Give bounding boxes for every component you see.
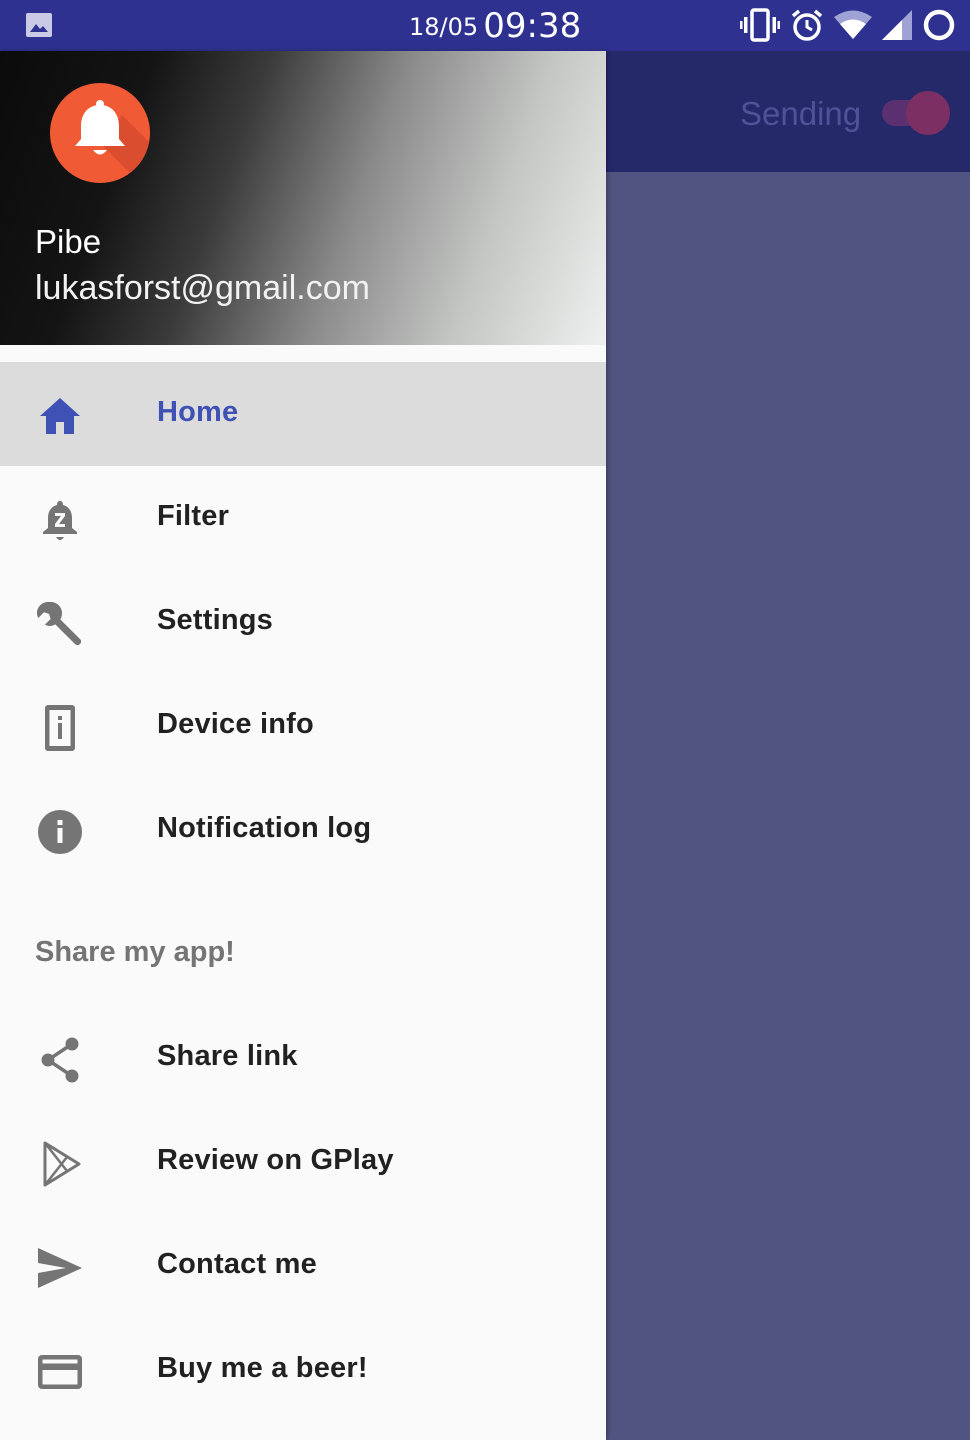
menu-item-home[interactable]: Home xyxy=(0,362,606,466)
vibrate-icon xyxy=(740,8,780,42)
menu-item-label: Buy me a beer! xyxy=(157,1352,368,1384)
sending-toggle[interactable] xyxy=(882,91,950,135)
menu-item-settings[interactable]: Settings xyxy=(0,570,606,674)
send-icon xyxy=(38,1248,82,1288)
menu-item-notification-log[interactable]: Notification log xyxy=(0,778,606,882)
sending-toggle-label: Sending xyxy=(740,95,862,132)
wifi-icon xyxy=(834,10,872,39)
wrench-icon xyxy=(37,602,82,646)
user-email: lukasforst@gmail.com xyxy=(35,269,370,307)
device-info-icon xyxy=(45,705,75,751)
bell-icon[interactable] xyxy=(50,83,150,183)
signal-icon xyxy=(882,10,912,40)
menu-item-filter[interactable]: Filter xyxy=(0,466,606,570)
status-time: 09:38 xyxy=(483,6,582,46)
app-bar: Sending xyxy=(606,51,970,172)
drawer-menu: Home Filter Settings Device info Notific… xyxy=(0,362,606,1422)
drawer-header: Pibe lukasforst@gmail.com xyxy=(0,51,606,345)
play-store-icon xyxy=(43,1141,81,1187)
navigation-drawer: Pibe lukasforst@gmail.com Home Filter Se… xyxy=(0,51,606,1440)
menu-item-label: Contact me xyxy=(157,1248,317,1280)
section-title: Share my app! xyxy=(35,936,235,968)
menu-item-label: Review on GPlay xyxy=(157,1144,394,1176)
snooze-bell-icon xyxy=(43,501,77,540)
sync-circle-icon xyxy=(923,9,955,41)
status-bar: 18/05 09:38 xyxy=(0,0,970,51)
menu-item-label: Settings xyxy=(157,604,273,636)
menu-item-device-info[interactable]: Device info xyxy=(0,674,606,778)
home-icon xyxy=(40,398,80,434)
toggle-thumb xyxy=(906,91,950,135)
alarm-icon xyxy=(791,9,823,41)
menu-item-label: Home xyxy=(157,396,239,428)
menu-item-review-gplay[interactable]: Review on GPlay xyxy=(0,1110,606,1214)
menu-item-label: Device info xyxy=(157,708,314,740)
status-clock: 18/05 09:38 xyxy=(409,6,581,46)
menu-item-label: Share link xyxy=(157,1040,298,1072)
status-icons xyxy=(740,8,956,42)
gallery-icon xyxy=(26,13,52,37)
user-name: Pibe xyxy=(35,223,102,260)
info-icon xyxy=(38,810,82,854)
share-icon xyxy=(41,1037,79,1083)
menu-item-contact-me[interactable]: Contact me xyxy=(0,1214,606,1318)
credit-card-icon xyxy=(38,1355,82,1389)
share-section-header: Share my app! xyxy=(0,882,606,1006)
menu-item-label: Filter xyxy=(157,500,230,532)
menu-item-share-link[interactable]: Share link xyxy=(0,1006,606,1110)
status-date: 18/05 xyxy=(409,13,479,41)
menu-item-label: Notification log xyxy=(157,812,372,844)
main-content-scrim[interactable] xyxy=(606,172,970,1440)
menu-item-buy-beer[interactable]: Buy me a beer! xyxy=(0,1318,606,1422)
